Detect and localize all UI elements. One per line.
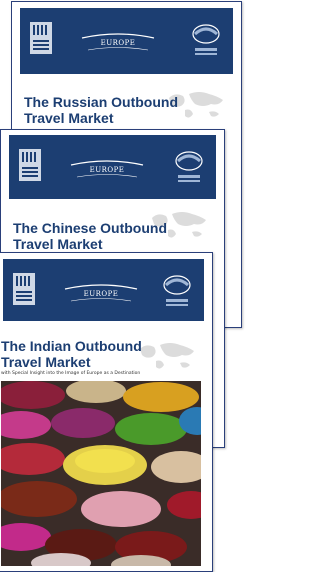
qr-code-icon [19,149,41,181]
cover-subtitle: with Special Insight into the Image of E… [1,371,141,376]
logo-text: EUROPE [83,290,119,298]
cover-title: The Chinese Outbound Travel Market [13,220,167,252]
title-line-1: The Chinese Outbound [13,220,167,236]
title-line-2: Travel Market [13,236,103,252]
logo-text: EUROPE [100,39,136,47]
report-cover-india[interactable]: EUROPE The Indian Outbound Travel Market… [0,252,213,572]
cover-title: The Russian Outbound Travel Market [24,94,178,126]
title-line-1: The Indian Outbound [1,338,142,354]
etc-logo-icon [172,147,206,185]
logo-text: EUROPE [89,166,125,174]
cover-header: EUROPE [3,259,204,321]
title-line-2: Travel Market [24,110,114,126]
pigment-bowls-photo [1,381,201,566]
title-line-1: The Russian Outbound [24,94,178,110]
etc-logo-icon [160,271,194,309]
etc-logo-icon [189,20,223,58]
qr-code-icon [30,22,52,54]
europe-logo-icon: EUROPE [61,281,141,305]
title-line-2: Travel Market [1,354,91,370]
europe-logo-icon: EUROPE [78,30,158,54]
world-map-icon [136,339,198,375]
cover-header: EUROPE [20,8,233,74]
qr-code-icon [13,273,35,305]
europe-logo-icon: EUROPE [67,157,147,181]
cover-title: The Indian Outbound Travel Market [1,338,142,370]
cover-header: EUROPE [9,135,216,199]
